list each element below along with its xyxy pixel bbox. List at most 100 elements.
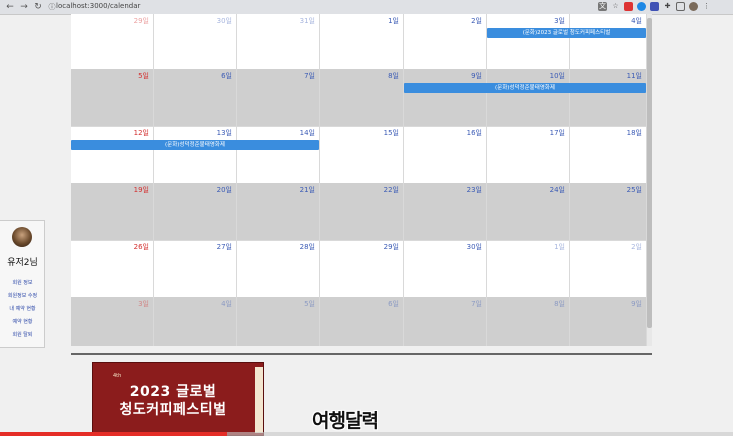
user-link-edit-info[interactable]: 회원정보 수정 (0, 292, 45, 299)
day-number[interactable]: 30일 (217, 16, 232, 26)
day-number[interactable]: 10일 (550, 71, 565, 81)
calendar-day-cell[interactable]: 22일 (320, 183, 404, 240)
user-link-reservation-status[interactable]: 예약 현황 (0, 318, 45, 325)
calendar-day-cell[interactable]: 15일 (320, 126, 404, 183)
day-number[interactable]: 1일 (388, 16, 399, 26)
day-number[interactable]: 6일 (221, 71, 232, 81)
user-link-withdraw[interactable]: 회원 탈퇴 (0, 331, 45, 338)
day-number[interactable]: 27일 (217, 242, 232, 252)
day-number[interactable]: 12일 (134, 128, 149, 138)
tab-icon[interactable] (676, 2, 685, 11)
user-link-my-reservations[interactable]: 내 예약 현황 (0, 305, 45, 312)
calendar-day-cell[interactable]: 4일 (154, 297, 237, 346)
calendar-day-cell[interactable]: 27일 (154, 240, 237, 297)
extension-red-icon[interactable] (624, 2, 633, 11)
calendar-day-cell[interactable]: 8일 (320, 69, 404, 126)
day-number[interactable]: 26일 (134, 242, 149, 252)
day-number[interactable]: 7일 (304, 71, 315, 81)
video-progress-bar[interactable] (0, 432, 733, 436)
calendar-day-cell[interactable]: 21일 (237, 183, 320, 240)
calendar-day-cell[interactable]: 10일 (487, 69, 570, 126)
calendar-day-cell[interactable]: 8일 (487, 297, 570, 346)
day-number[interactable]: 21일 (300, 185, 315, 195)
day-number[interactable]: 9일 (471, 71, 482, 81)
day-number[interactable]: 8일 (388, 71, 399, 81)
day-number[interactable]: 4일 (631, 16, 642, 26)
calendar-day-cell[interactable]: 4일 (570, 14, 647, 69)
calendar-day-cell[interactable]: 30일 (154, 14, 237, 69)
day-number[interactable]: 9일 (631, 299, 642, 309)
menu-icon[interactable]: ⋮ (702, 2, 711, 11)
day-number[interactable]: 5일 (304, 299, 315, 309)
calendar-day-cell[interactable]: 5일 (237, 297, 320, 346)
calendar-day-cell[interactable]: 29일 (320, 240, 404, 297)
calendar-day-cell[interactable]: 6일 (154, 69, 237, 126)
calendar-day-cell[interactable]: 5일 (71, 69, 154, 126)
calendar-day-cell[interactable]: 13일 (154, 126, 237, 183)
calendar-day-cell[interactable]: 11일 (570, 69, 647, 126)
day-number[interactable]: 8일 (554, 299, 565, 309)
forward-icon[interactable]: → (18, 1, 30, 13)
day-number[interactable]: 1일 (554, 242, 565, 252)
address-bar[interactable]: localhost:3000/calendar (56, 1, 140, 12)
profile-icon[interactable] (689, 2, 698, 11)
calendar-day-cell[interactable]: 7일 (237, 69, 320, 126)
day-number[interactable]: 25일 (627, 185, 642, 195)
calendar-day-cell[interactable]: 3일 (71, 297, 154, 346)
calendar-day-cell[interactable]: 2일 (404, 14, 487, 69)
calendar-day-cell[interactable]: 16일 (404, 126, 487, 183)
festival-poster[interactable]: 4th 2023 글로벌 청도커피페스티벌 (92, 362, 264, 436)
day-number[interactable]: 30일 (467, 242, 482, 252)
calendar-day-cell[interactable]: 20일 (154, 183, 237, 240)
translate-icon[interactable]: 文 (598, 2, 607, 11)
scrollbar-thumb[interactable] (647, 18, 652, 328)
day-number[interactable]: 2일 (631, 242, 642, 252)
calendar-event[interactable]: (문화)2023 글로벌 청도커피페스티벌 (487, 28, 646, 38)
day-number[interactable]: 3일 (138, 299, 149, 309)
day-number[interactable]: 11일 (627, 71, 642, 81)
calendar-day-cell[interactable]: 1일 (487, 240, 570, 297)
calendar-day-cell[interactable]: 7일 (404, 297, 487, 346)
day-number[interactable]: 29일 (134, 16, 149, 26)
day-number[interactable]: 3일 (554, 16, 565, 26)
day-number[interactable]: 24일 (550, 185, 565, 195)
day-number[interactable]: 16일 (467, 128, 482, 138)
day-number[interactable]: 6일 (388, 299, 399, 309)
calendar-day-cell[interactable]: 12일 (71, 126, 154, 183)
extensions-puzzle-icon[interactable]: ✚ (663, 2, 672, 11)
reload-icon[interactable]: ↻ (32, 1, 44, 13)
bookmark-star-icon[interactable]: ☆ (611, 2, 620, 11)
calendar-day-cell[interactable]: 30일 (404, 240, 487, 297)
calendar-day-cell[interactable]: 17일 (487, 126, 570, 183)
calendar-day-cell[interactable]: 19일 (71, 183, 154, 240)
calendar-day-cell[interactable]: 9일 (570, 297, 647, 346)
day-number[interactable]: 28일 (300, 242, 315, 252)
day-number[interactable]: 17일 (550, 128, 565, 138)
day-number[interactable]: 31일 (300, 16, 315, 26)
calendar-day-cell[interactable]: 25일 (570, 183, 647, 240)
calendar-day-cell[interactable]: 2일 (570, 240, 647, 297)
calendar-day-cell[interactable]: 23일 (404, 183, 487, 240)
calendar-day-cell[interactable]: 29일 (71, 14, 154, 69)
calendar-day-cell[interactable]: 9일 (404, 69, 487, 126)
calendar-day-cell[interactable]: 6일 (320, 297, 404, 346)
day-number[interactable]: 4일 (221, 299, 232, 309)
day-number[interactable]: 23일 (467, 185, 482, 195)
calendar-day-cell[interactable]: 18일 (570, 126, 647, 183)
day-number[interactable]: 22일 (384, 185, 399, 195)
calendar-day-cell[interactable]: 1일 (320, 14, 404, 69)
extension-blue-icon[interactable] (650, 2, 659, 11)
day-number[interactable]: 15일 (384, 128, 399, 138)
day-number[interactable]: 20일 (217, 185, 232, 195)
scrollbar[interactable] (647, 14, 652, 346)
user-link-member-info[interactable]: 회원 정보 (0, 279, 45, 286)
day-number[interactable]: 13일 (217, 128, 232, 138)
day-number[interactable]: 7일 (471, 299, 482, 309)
calendar-event[interactable]: (문화)성덕정준불태영화제 (404, 83, 646, 93)
day-number[interactable]: 18일 (627, 128, 642, 138)
day-number[interactable]: 14일 (300, 128, 315, 138)
calendar-day-cell[interactable]: 14일 (237, 126, 320, 183)
day-number[interactable]: 19일 (134, 185, 149, 195)
calendar-day-cell[interactable]: 31일 (237, 14, 320, 69)
calendar-day-cell[interactable]: 24일 (487, 183, 570, 240)
